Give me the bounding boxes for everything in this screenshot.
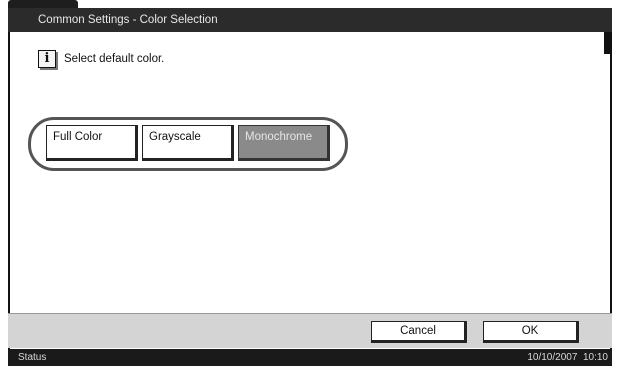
ok-label: OK bbox=[521, 325, 539, 337]
cancel-label: Cancel bbox=[400, 325, 436, 337]
grayscale-label: Grayscale bbox=[149, 131, 201, 143]
status-time: 10:10 bbox=[582, 352, 608, 363]
full-color-button[interactable]: Full Color bbox=[46, 125, 138, 161]
full-color-label: Full Color bbox=[53, 131, 103, 143]
grayscale-button[interactable]: Grayscale bbox=[142, 125, 234, 161]
title-bar: Common Settings - Color Selection bbox=[8, 8, 612, 32]
cancel-button[interactable]: Cancel bbox=[371, 321, 467, 343]
message-text: Select default color. bbox=[64, 53, 165, 65]
status-date: 10/10/2007 bbox=[527, 352, 578, 363]
page-title: Common Settings - Color Selection bbox=[38, 14, 218, 26]
monochrome-button[interactable]: Monochrome bbox=[238, 125, 330, 161]
status-label[interactable]: Status bbox=[18, 349, 46, 366]
monochrome-label: Monochrome bbox=[245, 131, 313, 143]
scroll-marker bbox=[604, 32, 610, 54]
ok-button[interactable]: OK bbox=[483, 321, 579, 343]
status-datetime: 10/10/2007 10:10 bbox=[527, 349, 608, 366]
info-icon: i bbox=[38, 50, 56, 68]
status-bar: Status 10/10/2007 10:10 bbox=[8, 349, 612, 366]
